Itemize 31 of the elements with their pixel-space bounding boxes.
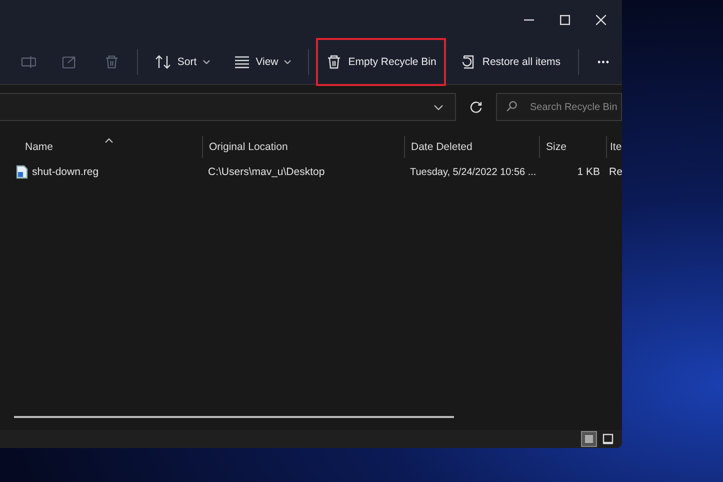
restore-icon: [460, 54, 476, 70]
tiles-view-icon[interactable]: [600, 431, 616, 447]
table-cell-text: C:\Users\mav_u\Desktop: [207, 166, 326, 178]
view-button[interactable]: View: [224, 38, 302, 86]
sort-caret-icon: [105, 138, 114, 143]
trash-icon: [326, 54, 342, 70]
table-cell-text: 1 KB: [576, 166, 601, 178]
column-header[interactable]: Ite: [606, 136, 622, 158]
empty-button[interactable]: Empty Recycle Bin: [316, 38, 446, 86]
search-field[interactable]: Search Recycle Bin: [496, 93, 622, 121]
more-button[interactable]: •••: [586, 57, 622, 67]
sort-button[interactable]: Sort: [145, 38, 220, 86]
column-header[interactable]: Date Deleted: [404, 136, 539, 158]
details-view-icon[interactable]: [581, 431, 597, 447]
sort-icon: [155, 54, 172, 70]
file-name[interactable]: shut-down.reg: [32, 166, 99, 178]
column-header[interactable]: Original Location: [202, 136, 404, 158]
maximize-icon[interactable]: [560, 15, 570, 25]
registry-file-icon: [16, 165, 28, 179]
refresh-icon[interactable]: [470, 101, 482, 113]
column-header[interactable]: Name: [0, 136, 202, 158]
close-icon[interactable]: [596, 15, 606, 25]
address-field[interactable]: [0, 93, 456, 121]
table-cell-text: Re: [608, 166, 622, 178]
restore-button[interactable]: Restore all items: [450, 38, 571, 86]
chevron-down-icon[interactable]: [434, 104, 443, 110]
column-header[interactable]: Size: [539, 136, 606, 158]
lines-icon: [234, 54, 250, 70]
horizontal-scrollbar[interactable]: [14, 416, 454, 418]
search-icon: [506, 101, 517, 112]
table-cell-text: Tuesday, 5/24/2022 10:56 ...: [409, 166, 538, 178]
